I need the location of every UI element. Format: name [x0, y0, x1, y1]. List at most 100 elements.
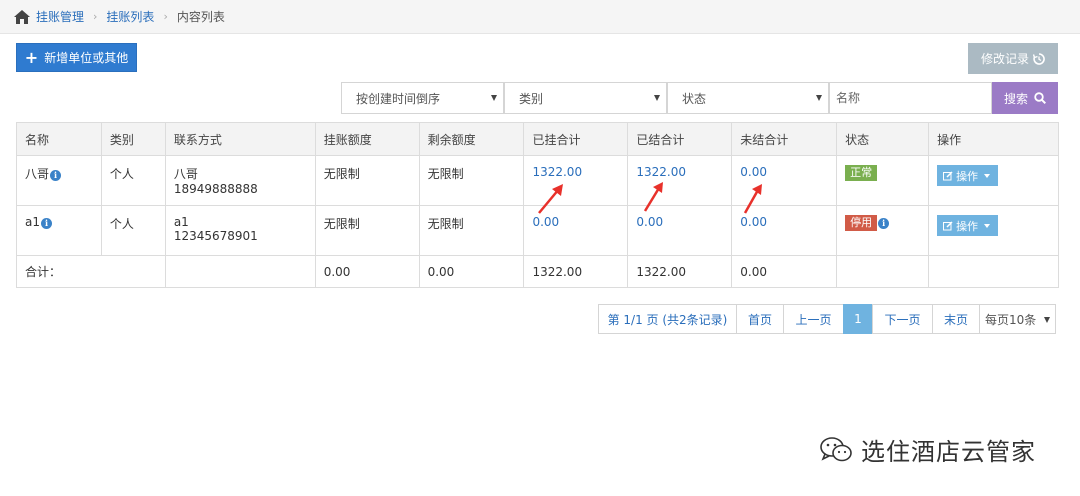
edit-icon — [943, 170, 953, 180]
charged-total-link[interactable]: 1322.00 — [532, 165, 582, 179]
credit-limit-cell: 无限制 — [314, 155, 420, 206]
chevron-down-icon — [984, 223, 991, 228]
category-select-value: 类别 — [519, 91, 544, 106]
status-badge: 正常 — [845, 165, 878, 181]
next-page-button[interactable]: 下一页 — [872, 304, 933, 334]
breadcrumb-credit-management[interactable]: 挂账管理 — [36, 8, 84, 25]
search-icon — [1034, 92, 1046, 104]
chevron-down-icon — [654, 95, 660, 101]
search-button[interactable]: 搜索 — [992, 82, 1058, 114]
column-header-remaining[interactable]: 剩余额度 — [418, 122, 525, 156]
name-cell: a1 i — [16, 205, 102, 256]
account-name: a1 — [25, 215, 40, 229]
watermark-text: 选住酒店云管家 — [861, 438, 1036, 466]
chevron-down-icon — [1044, 317, 1050, 323]
prev-page-button[interactable]: 上一页 — [783, 304, 844, 334]
add-unit-label: 新增单位或其他 — [44, 51, 129, 65]
red-arrow-annotation — [538, 184, 563, 214]
actions-cell: 操作 — [928, 205, 1059, 256]
search-label: 搜索 — [1003, 91, 1028, 106]
column-header-credit-limit[interactable]: 挂账额度 — [314, 122, 420, 156]
info-icon[interactable]: i — [878, 218, 890, 229]
edit-history-label: 修改记录 — [980, 52, 1029, 66]
column-header-actions: 操作 — [928, 122, 1059, 156]
chevron-down-icon — [816, 95, 822, 101]
credit-limit-cell: 无限制 — [314, 205, 420, 256]
first-page-button[interactable]: 首页 — [736, 304, 784, 334]
unsettled-total-link[interactable]: 0.00 — [740, 215, 767, 229]
pagination-info: 第 1/1 页 (共2条记录) — [598, 304, 737, 334]
type-cell: 个人 — [100, 205, 166, 256]
settled-total-link[interactable]: 1322.00 — [636, 165, 686, 179]
action-dropdown-button[interactable]: 操作 — [937, 215, 999, 236]
sort-select-value: 按创建时间倒序 — [356, 91, 441, 106]
summary-contact-cell — [164, 255, 316, 288]
column-header-name[interactable]: 名称 — [16, 122, 102, 156]
name-search-input[interactable] — [829, 82, 992, 114]
info-icon[interactable]: i — [50, 170, 62, 181]
edit-history-button[interactable]: 修改记录 — [968, 43, 1058, 74]
status-cell: 停用 i — [836, 205, 930, 256]
edit-icon — [943, 220, 953, 230]
red-arrow-annotation — [643, 182, 663, 212]
summary-row: 合计： 0.00 0.00 1322.00 1322.00 0.00 — [16, 255, 1059, 288]
sort-select[interactable]: 按创建时间倒序 — [341, 82, 504, 114]
chevron-down-icon — [491, 95, 497, 101]
add-unit-button[interactable]: + 新增单位或其他 — [16, 43, 137, 72]
last-page-button[interactable]: 末页 — [932, 304, 980, 334]
status-select[interactable]: 状态 — [667, 82, 829, 114]
breadcrumb-separator-icon: › — [163, 10, 168, 23]
column-header-unsettled-total[interactable]: 未结合计 — [731, 122, 838, 156]
summary-charged-total: 1322.00 — [523, 255, 629, 288]
table-header-row: 名称 类别 联系方式 挂账额度 剩余额度 已挂合计 已结合计 未结合计 状态 操… — [16, 122, 1059, 156]
breadcrumb-current: 内容列表 — [176, 10, 225, 24]
name-cell: 八哥 i — [16, 155, 102, 206]
column-header-type[interactable]: 类别 — [100, 122, 166, 156]
contact-cell: a1 12345678901 — [164, 205, 316, 256]
unsettled-total-link[interactable]: 0.00 — [740, 165, 767, 179]
breadcrumb-credit-list[interactable]: 挂账列表 — [106, 8, 154, 25]
breadcrumb: 挂账管理 › 挂账列表 › 内容列表 — [0, 0, 1080, 34]
chevron-down-icon — [984, 173, 991, 178]
summary-unsettled-total: 0.00 — [731, 255, 838, 288]
actions-cell: 操作 — [928, 155, 1059, 206]
action-label: 操作 — [956, 169, 979, 183]
action-label: 操作 — [956, 219, 979, 233]
column-header-settled-total[interactable]: 已结合计 — [627, 122, 733, 156]
wechat-icon — [820, 436, 852, 461]
summary-settled-total: 1322.00 — [627, 255, 733, 288]
home-icon[interactable] — [14, 9, 30, 24]
column-header-contact[interactable]: 联系方式 — [164, 122, 316, 156]
column-header-charged-total[interactable]: 已挂合计 — [523, 122, 629, 156]
history-icon — [1033, 52, 1045, 65]
page-size-select[interactable]: 每页10条 — [979, 304, 1056, 334]
summary-remaining: 0.00 — [418, 255, 525, 288]
info-icon[interactable]: i — [41, 218, 52, 229]
contact-phone: 18949888888 — [173, 182, 258, 196]
summary-status-cell — [836, 255, 930, 288]
page-size-value: 每页10条 — [985, 312, 1037, 327]
contact-name: a1 — [173, 215, 189, 229]
settled-total-link[interactable]: 0.00 — [636, 215, 663, 229]
summary-actions-cell — [928, 255, 1059, 288]
summary-label: 合计： — [16, 255, 166, 288]
type-cell: 个人 — [100, 155, 166, 206]
page-number-button[interactable]: 1 — [843, 304, 873, 334]
red-arrow-annotation — [743, 184, 762, 214]
summary-credit-limit: 0.00 — [314, 255, 420, 288]
status-badge: 停用 — [845, 215, 878, 231]
contact-phone: 12345678901 — [173, 229, 258, 243]
action-dropdown-button[interactable]: 操作 — [937, 165, 999, 186]
plus-icon: + — [24, 47, 39, 67]
breadcrumb-separator-icon: › — [93, 10, 98, 23]
remaining-cell: 无限制 — [418, 155, 525, 206]
contact-name: 八哥 — [173, 167, 198, 181]
column-header-status[interactable]: 状态 — [836, 122, 930, 156]
remaining-cell: 无限制 — [418, 205, 525, 256]
status-select-value: 状态 — [682, 91, 707, 106]
pagination: 第 1/1 页 (共2条记录) 首页 上一页 1 下一页 末页 每页10条 — [598, 304, 1056, 334]
category-select[interactable]: 类别 — [504, 82, 667, 114]
watermark: 选住酒店云管家 — [819, 432, 1036, 467]
contact-cell: 八哥 18949888888 — [164, 155, 316, 206]
charged-total-link[interactable]: 0.00 — [532, 215, 559, 229]
